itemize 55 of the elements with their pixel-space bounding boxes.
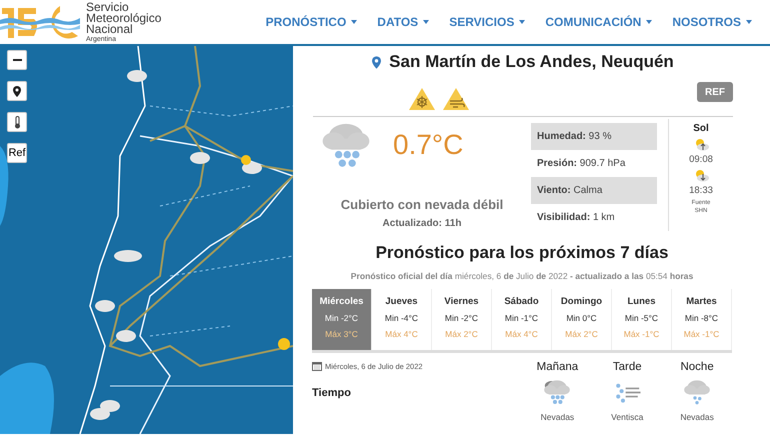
day-tab[interactable]: Miércoles Min -2°C Máx 3°C (312, 289, 372, 350)
caret-icon (646, 20, 652, 24)
weather-condition: Nevadas (680, 412, 714, 422)
weather-reading: Humedad: 93 % (537, 131, 612, 142)
zoom-out-button[interactable] (7, 50, 27, 70)
ref-button[interactable]: REF (697, 82, 733, 102)
sunset-icon (694, 168, 708, 182)
logo-text: Nacional (86, 24, 133, 35)
snow-cloud-icon (682, 379, 712, 406)
updated-time: Actualizado: 11h (382, 218, 462, 229)
nav-menu-item[interactable]: NOSOTROS (672, 15, 752, 29)
thermometer-button[interactable] (7, 112, 27, 132)
weather-condition: Ventisca (611, 412, 644, 422)
nav-menu-item[interactable]: COMUNICACIÓN (545, 15, 652, 29)
caret-icon (423, 20, 430, 24)
location-title: San Martín de Los Andes, Neuquén (389, 52, 674, 72)
location-pin-icon (13, 86, 21, 96)
nav-menu-item[interactable]: SERVICIOS (449, 15, 526, 29)
sunset-time: 18:33 (689, 185, 713, 196)
forecast-subtitle: Pronóstico oficial del día miércoles, 6 de Julio de 2022 - actualizado a las 05:54 horas (350, 271, 694, 281)
temperature-value: 0.7°C (393, 129, 464, 161)
calendar-icon (312, 361, 322, 371)
day-tab[interactable]: Domingo Min 0°C Máx 2°C (552, 289, 612, 350)
day-tab[interactable]: Martes Min -8°C Máx -1°C (672, 289, 732, 350)
ref-button[interactable]: Ref (7, 143, 27, 163)
row-label: Tiempo (312, 387, 352, 399)
logo-text: Meteorológico (86, 13, 162, 24)
weather-description: Cubierto con nevada débil (340, 197, 504, 212)
period-heading: Tarde (612, 361, 642, 373)
period-heading: Noche (680, 361, 714, 373)
location-pin-icon (372, 56, 382, 68)
warning-icon (409, 88, 435, 110)
day-tab[interactable]: Sábado Min -1°C Máx 4°C (492, 289, 552, 350)
snow-cloud-icon (542, 379, 572, 406)
logo-text: Servicio (86, 2, 129, 13)
day-tab[interactable]: Lunes Min -5°C Máx -1°C (612, 289, 672, 350)
forecast-title: Pronóstico para los próximos 7 días (374, 243, 670, 263)
sunrise-icon (694, 137, 708, 151)
day-tab[interactable]: Viernes Min -2°C Máx 2°C (432, 289, 492, 350)
weather-reading: Viento: Calma (537, 185, 602, 196)
period-heading: Mañana (536, 361, 578, 373)
location-pin-button[interactable] (7, 81, 27, 101)
nav-menu-item[interactable]: DATOS (377, 15, 430, 29)
nav-menu-item[interactable]: PRONÓSTICO (266, 15, 358, 29)
caret-icon (351, 20, 358, 24)
thermometer-icon (14, 116, 20, 128)
caret-icon (746, 20, 752, 24)
sunrise-time: 09:08 (689, 154, 713, 165)
day-tab[interactable]: Jueves Min -4°C Máx 4°C (372, 289, 432, 350)
warning-icon (443, 88, 469, 110)
caret-icon (519, 20, 526, 24)
weather-reading: Presión: 909.7 hPa (537, 158, 626, 169)
sun-title: Sol (693, 123, 709, 134)
weather-reading: Visibilidad: 1 km (537, 212, 615, 223)
weather-condition: Nevadas (540, 412, 574, 422)
